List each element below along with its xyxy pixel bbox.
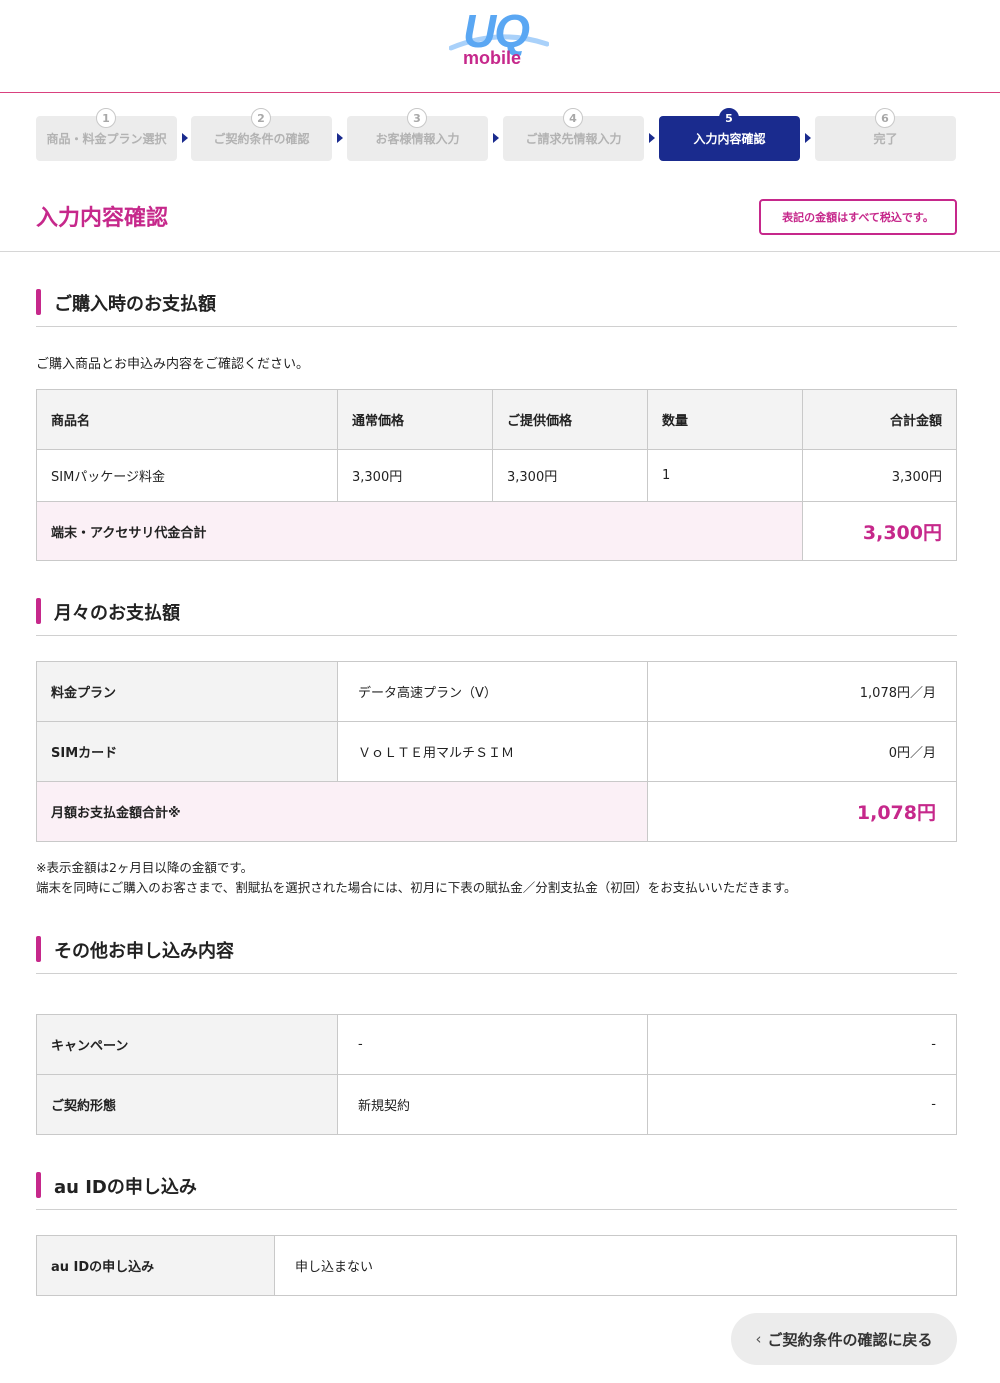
column-header: 通常価格 [337,389,493,450]
table-row: ご契約形態 新規契約 - [36,1074,957,1135]
step-label: 完了 [873,132,898,146]
monthly-table: 料金プラン データ高速プラン（V） 1,078円／月 SIMカード ＶｏＬＴＥ用… [36,661,957,842]
section-heading-monthly: 月々のお支払額 [36,598,957,636]
heading-accent-bar [36,1172,41,1198]
section-heading-auid: au IDの申し込み [36,1172,957,1210]
page-title: 入力内容確認 [36,206,169,231]
back-to-contract-conditions-button[interactable]: ‹ ご契約条件の確認に戻る [731,1313,957,1365]
back-button-label: ご契約条件の確認に戻る [767,1330,933,1349]
section-heading-text: ご購入時のお支払額 [54,294,216,315]
row-total: 3,300円 [802,449,957,502]
column-header: 合計金額 [802,389,957,450]
divider [0,251,1000,252]
step-number-5: 5 [719,108,739,128]
table-header-row: 商品名 通常価格 ご提供価格 数量 合計金額 [36,389,957,450]
step-arrow-icon [493,133,499,143]
row-label: キャンペーン [36,1014,338,1075]
table-row: au IDの申し込み 申し込まない [36,1235,957,1296]
column-header: ご提供価格 [492,389,648,450]
chevron-left-icon: ‹ [755,1330,762,1348]
step-label: お客様情報入力 [375,132,460,146]
total-row: 月額お支払金額合計※ 1,078円 [36,781,957,842]
column-header: 商品名 [36,389,338,450]
row-price: 1,078円／月 [647,661,957,722]
row-value: - [337,1014,648,1075]
quantity: 1 [647,449,803,502]
table-row: 料金プラン データ高速プラン（V） 1,078円／月 [36,661,957,722]
logo-mobile-text: mobile [463,48,522,68]
tax-note-text: 表記の金額はすべて税込です。 [782,211,934,224]
footnote: ※表示金額は2ヶ月目以降の金額です。 [36,860,254,875]
purchase-table: 商品名 通常価格 ご提供価格 数量 合計金額 SIMパッケージ料金 3,300円… [36,389,957,561]
product-name: SIMパッケージ料金 [36,449,338,502]
table-row: SIMカード ＶｏＬＴＥ用マルチＳＩＭ 0円／月 [36,721,957,782]
footnote: 端末を同時にご購入のお客さまで、割賦払を選択された場合には、初月に下表の賦払金／… [36,880,797,895]
uq-mobile-logo[interactable]: UQ mobile [449,4,549,70]
step-label: ご請求先情報入力 [525,132,622,146]
column-header: 数量 [647,389,803,450]
table-row: SIMパッケージ料金 3,300円 3,300円 1 3,300円 [36,449,957,502]
row-extra: - [647,1074,957,1135]
step-label: 入力内容確認 [693,132,766,146]
step-label: ご契約条件の確認 [213,132,310,146]
table-row: キャンペーン - - [36,1014,957,1075]
purchase-description: ご購入商品とお申込み内容をご確認ください。 [36,357,310,372]
row-extra: - [647,1014,957,1075]
step-arrow-icon [182,133,188,143]
step-number-3: 3 [407,108,427,128]
step-arrow-icon [337,133,343,143]
total-label: 月額お支払金額合計※ [36,781,648,842]
step-arrow-icon [805,133,811,143]
section-heading-other: その他お申し込み内容 [36,936,957,974]
total-value: 3,300円 [802,501,957,561]
step-number-1: 1 [96,108,116,128]
section-heading-purchase: ご購入時のお支払額 [36,289,957,327]
step-number-6: 6 [875,108,895,128]
total-value: 1,078円 [647,781,957,842]
row-value: ＶｏＬＴＥ用マルチＳＩＭ [337,721,648,782]
row-value: 申し込まない [274,1235,957,1296]
auid-table: au IDの申し込み 申し込まない [36,1235,957,1296]
row-label: au IDの申し込み [36,1235,275,1296]
regular-price: 3,300円 [337,449,493,502]
row-price: 0円／月 [647,721,957,782]
step-number-2: 2 [251,108,271,128]
total-row: 端末・アクセサリ代金合計 3,300円 [36,501,957,561]
section-heading-text: その他お申し込み内容 [54,941,234,962]
heading-accent-bar [36,936,41,962]
other-table: キャンペーン - - ご契約形態 新規契約 - [36,1014,957,1135]
step-label: 商品・料金プラン選択 [46,132,167,146]
row-label: ご契約形態 [36,1074,338,1135]
site-header: UQ mobile [0,0,1000,93]
heading-accent-bar [36,598,41,624]
section-heading-text: au IDの申し込み [54,1177,197,1198]
row-label: SIMカード [36,721,338,782]
heading-accent-bar [36,289,41,315]
total-label: 端末・アクセサリ代金合計 [36,501,803,561]
progress-stepper: 商品・料金プラン選択 1 ご契約条件の確認 2 お客様情報入力 3 ご請求先情報… [36,108,957,163]
section-heading-text: 月々のお支払額 [54,603,180,624]
step-arrow-icon [649,133,655,143]
row-value: データ高速プラン（V） [337,661,648,722]
offer-price: 3,300円 [492,449,648,502]
tax-included-badge: 表記の金額はすべて税込です。 [759,199,957,235]
step-number-4: 4 [563,108,583,128]
row-value: 新規契約 [337,1074,648,1135]
row-label: 料金プラン [36,661,338,722]
